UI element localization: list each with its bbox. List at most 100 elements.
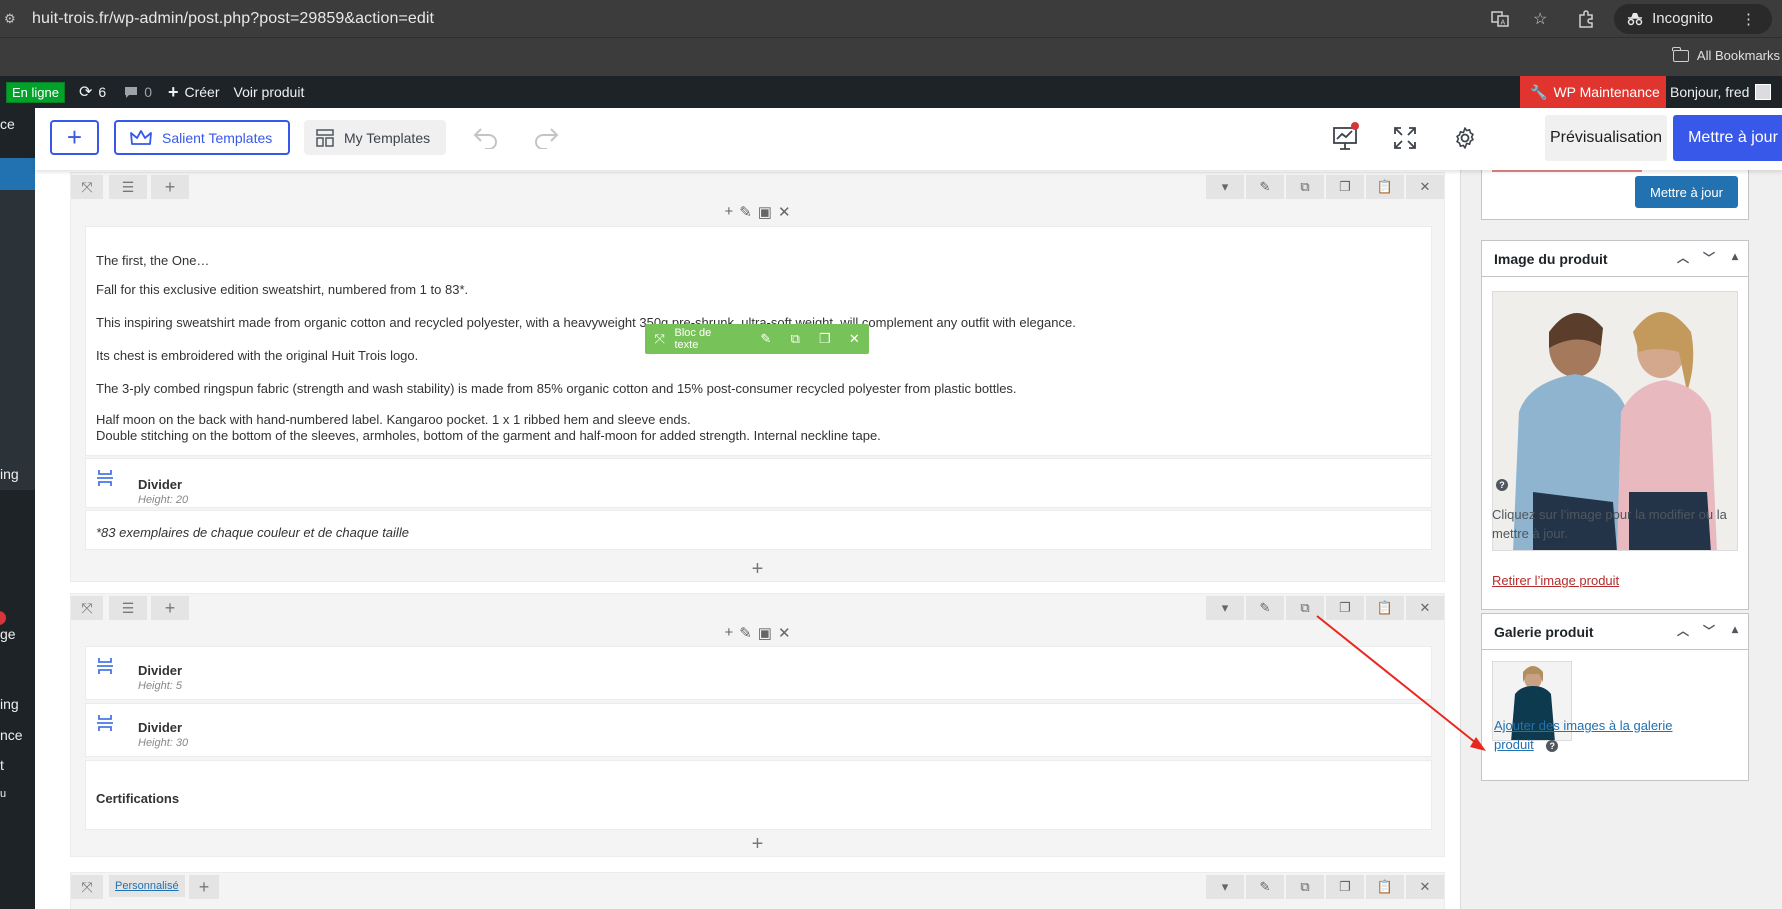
extensions-icon[interactable] (1574, 7, 1598, 31)
seo-analytics-icon[interactable] (1329, 122, 1361, 154)
wp-maintenance-link[interactable]: 🔧 WP Maintenance (1520, 76, 1666, 108)
row-edit-icon[interactable]: ✎ (1246, 875, 1284, 899)
updates-link[interactable]: ⟳ 6 (79, 82, 106, 102)
text-line: The 3-ply combed ringspun fabric (streng… (96, 381, 1017, 396)
folder-icon (1672, 46, 1689, 62)
row-layout-icon[interactable]: ☰ (109, 596, 147, 620)
collapse-icon[interactable]: ▴ (1726, 622, 1744, 639)
menu-item-fragment[interactable]: ing (0, 696, 19, 712)
user-menu[interactable]: Bonjour, fred (1670, 76, 1772, 108)
add-element-button[interactable]: + (50, 120, 99, 155)
row-delete-icon[interactable]: ✕ (1406, 596, 1444, 620)
element-clone-icon[interactable]: ⧉ (781, 324, 811, 354)
row-paste-icon[interactable]: 📋 (1366, 175, 1404, 199)
menu-item-fragment[interactable]: nce (0, 727, 23, 743)
row-clone-icon[interactable]: ⧉ (1286, 175, 1324, 199)
row-edit-icon[interactable]: ✎ (1246, 175, 1284, 199)
add-element-icon[interactable]: + (71, 558, 1444, 581)
settings-gear-icon[interactable] (1449, 122, 1481, 154)
element-move-icon[interactable]: ⤧ (645, 324, 675, 354)
row-add-icon[interactable]: + (189, 875, 219, 899)
salient-templates-button[interactable]: Salient Templates (114, 120, 290, 155)
row-toggle-icon[interactable]: ▾ (1206, 875, 1244, 899)
row-paste-icon[interactable]: 📋 (1366, 875, 1404, 899)
column-add-icon[interactable]: + (724, 203, 733, 221)
menu-item-fragment[interactable]: t (0, 757, 4, 773)
row-delete-icon[interactable]: ✕ (1406, 875, 1444, 899)
row-edit-icon[interactable]: ✎ (1246, 596, 1284, 620)
column-delete-icon[interactable]: ✕ (778, 624, 791, 642)
translate-icon[interactable]: A (1488, 7, 1512, 31)
column-paste-icon[interactable]: ▣ (758, 203, 772, 221)
menu-item-fragment[interactable]: u (0, 788, 6, 800)
column-edit-icon[interactable]: ✎ (739, 203, 752, 221)
element-copy-icon[interactable]: ❐ (810, 324, 840, 354)
row-layout-icon[interactable]: ☰ (109, 175, 147, 199)
divider-element[interactable]: Divider Height: 20 (85, 458, 1432, 508)
row-copy-icon[interactable]: ❐ (1326, 175, 1364, 199)
column-add-icon[interactable]: + (724, 624, 733, 642)
move-up-icon[interactable]: ︿ (1674, 622, 1692, 639)
move-down-icon[interactable]: ﹀ (1700, 622, 1718, 639)
templates-icon (316, 128, 334, 147)
all-bookmarks[interactable]: All Bookmarks (1672, 46, 1780, 63)
image-help-icon[interactable]: ? (1496, 475, 1508, 493)
row-toggle-icon[interactable]: ▾ (1206, 596, 1244, 620)
row-delete-icon[interactable]: ✕ (1406, 175, 1444, 199)
redo-icon[interactable] (530, 122, 562, 154)
row-copy-icon[interactable]: ❐ (1326, 596, 1364, 620)
custom-row-badge[interactable]: Personnalisé (109, 875, 185, 897)
note-text-element[interactable]: *83 exemplaires de chaque couleur et de … (85, 510, 1432, 550)
add-gallery-images-link[interactable]: Ajouter des images à la galerie produit … (1494, 716, 1744, 754)
view-product-link[interactable]: Voir produit (234, 84, 305, 100)
divider-element[interactable]: Divider Height: 5 (85, 646, 1432, 700)
divider-icon (96, 657, 118, 679)
row-move-icon[interactable]: ⤧ (71, 596, 103, 620)
chrome-menu-icon[interactable]: ⋮ (1741, 10, 1756, 28)
sidebar-update-button[interactable]: Mettre à jour (1635, 176, 1738, 208)
menu-item-fragment[interactable]: ce (0, 116, 15, 132)
certifications-heading-element[interactable]: Certifications (85, 760, 1432, 830)
my-templates-button[interactable]: My Templates (304, 120, 446, 155)
fullscreen-icon[interactable] (1389, 122, 1421, 154)
row-move-icon[interactable]: ⤧ (71, 175, 103, 199)
row-1: ⤧ ☰ + ▾ ✎ ⧉ ❐ 📋 ✕ + ✎ ▣ ✕ The first, the… (70, 172, 1445, 582)
wrench-icon: 🔧 (1530, 83, 1548, 100)
divider-title: Divider (138, 663, 183, 678)
update-button[interactable]: Mettre à jour (1673, 115, 1782, 161)
menu-item-fragment[interactable]: ge (0, 626, 16, 642)
move-down-icon[interactable]: ﹀ (1700, 249, 1718, 266)
bookmark-star-icon[interactable]: ☆ (1528, 7, 1552, 31)
row-toggle-icon[interactable]: ▾ (1206, 175, 1244, 199)
comments-link[interactable]: 0 (124, 84, 152, 100)
move-up-icon[interactable]: ︿ (1674, 249, 1692, 266)
remove-product-image-link[interactable]: Retirer l’image produit (1492, 573, 1619, 588)
gallery-help-icon[interactable]: ? (1546, 740, 1559, 752)
divider-subtitle: Height: 5 (138, 680, 183, 692)
menu-item-fragment[interactable]: ing (0, 466, 19, 482)
row-clone-icon[interactable]: ⧉ (1286, 596, 1324, 620)
element-delete-icon[interactable]: ✕ (840, 324, 870, 354)
trash-link-fragment[interactable] (1492, 170, 1642, 172)
column-paste-icon[interactable]: ▣ (758, 624, 772, 642)
address-bar[interactable]: huit-trois.fr/wp-admin/post.php?post=298… (32, 10, 434, 28)
row-copy-icon[interactable]: ❐ (1326, 875, 1364, 899)
preview-button[interactable]: Prévisualisation (1545, 115, 1667, 161)
element-edit-icon[interactable]: ✎ (751, 324, 781, 354)
menu-item-active[interactable] (0, 158, 35, 190)
row-clone-icon[interactable]: ⧉ (1286, 875, 1324, 899)
incognito-indicator[interactable]: Incognito ⋮ (1614, 3, 1772, 34)
collapse-icon[interactable]: ▴ (1726, 249, 1744, 266)
add-element-icon[interactable]: + (71, 833, 1444, 856)
row-paste-icon[interactable]: 📋 (1366, 596, 1404, 620)
row-add-icon[interactable]: + (151, 596, 189, 620)
column-edit-icon[interactable]: ✎ (739, 624, 752, 642)
row-add-icon[interactable]: + (151, 175, 189, 199)
create-link[interactable]: + Créer (168, 82, 220, 103)
row-move-icon[interactable]: ⤧ (71, 875, 103, 899)
site-settings-icon[interactable]: ⚙ (4, 11, 18, 26)
divider-element[interactable]: Divider Height: 30 (85, 703, 1432, 757)
column-delete-icon[interactable]: ✕ (778, 203, 791, 221)
create-label: Créer (184, 84, 220, 100)
undo-icon[interactable] (470, 122, 502, 154)
